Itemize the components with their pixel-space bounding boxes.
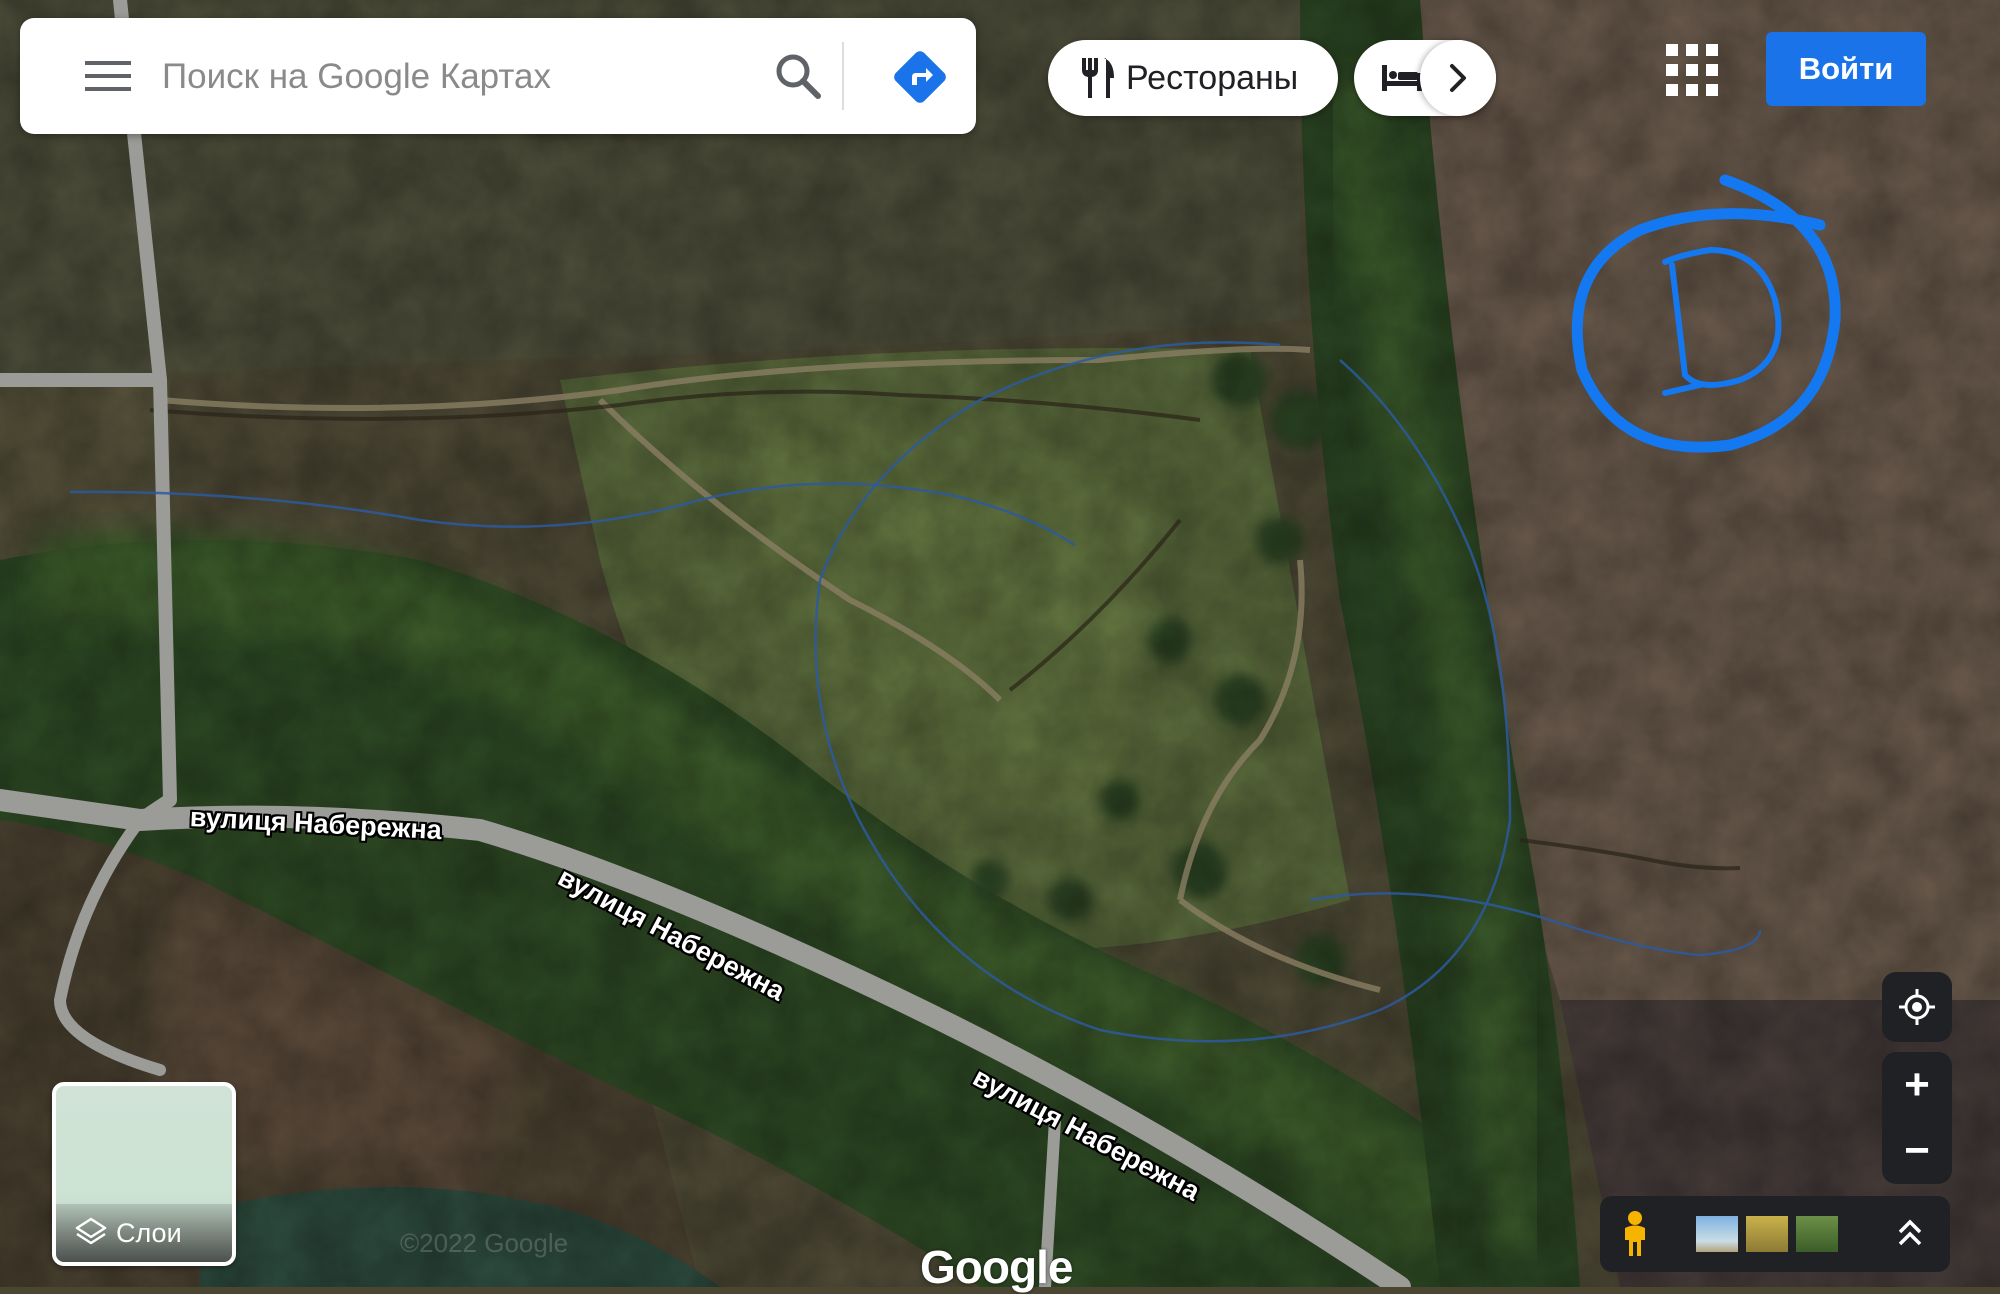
layers-label: Слои (116, 1217, 182, 1248)
chevron-right-icon[interactable] (1420, 40, 1496, 116)
bed-icon (1382, 63, 1422, 93)
zoom-out-button[interactable]: − (1882, 1118, 1952, 1184)
thumbnail-field[interactable] (1746, 1216, 1788, 1252)
map-watermark: ©2022 Google (400, 1228, 569, 1258)
thumbnail-grass[interactable] (1796, 1216, 1838, 1252)
hamburger-menu-icon[interactable] (60, 46, 156, 106)
directions-icon[interactable] (870, 42, 970, 112)
restaurants-chip-label: Рестораны (1126, 58, 1299, 97)
layers-icon (74, 1216, 108, 1250)
thumbnail-sky[interactable] (1696, 1216, 1738, 1252)
fork-knife-icon (1078, 56, 1118, 100)
google-logo: Google (920, 1241, 1073, 1293)
divider (842, 42, 844, 110)
pegman-icon[interactable] (1618, 1210, 1652, 1258)
zoom-controls: + − (1882, 1052, 1952, 1184)
layers-button[interactable]: Слои (52, 1082, 236, 1266)
my-location-icon[interactable] (1882, 972, 1952, 1042)
zoom-in-button[interactable]: + (1882, 1052, 1952, 1118)
signin-button[interactable]: Войти (1766, 32, 1926, 106)
double-chevron-up-icon[interactable] (1896, 1216, 1924, 1250)
layers-bar: Слои (56, 1204, 232, 1262)
apps-grid-icon[interactable] (1666, 44, 1718, 96)
search-icon[interactable] (750, 48, 846, 104)
street-view-bar (1600, 1196, 1950, 1272)
search-input[interactable] (160, 48, 744, 106)
search-box (20, 18, 976, 134)
restaurants-chip[interactable]: Рестораны (1048, 40, 1338, 116)
